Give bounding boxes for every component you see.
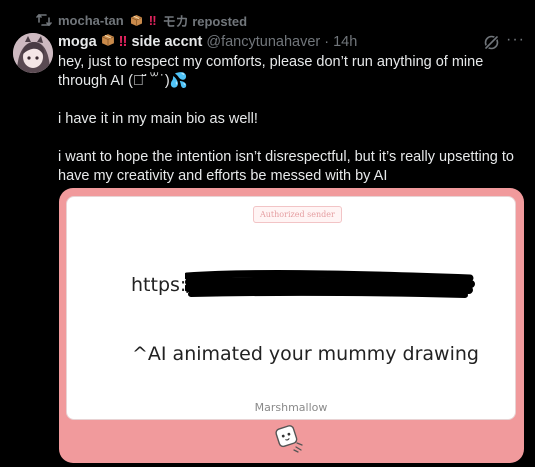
marshmallow-mascot-icon bbox=[275, 425, 303, 453]
display-name[interactable]: moga bbox=[58, 34, 97, 50]
repost-indicator[interactable]: mocha-tan ‼ モカ reposted bbox=[36, 11, 247, 29]
double-exclamation-icon: ‼ bbox=[148, 12, 157, 28]
separator-dot: · bbox=[324, 34, 330, 50]
more-options-icon[interactable]: ··· bbox=[506, 32, 524, 51]
user-handle[interactable]: @fancytunahaver bbox=[206, 34, 320, 50]
authorized-sender-badge: Authorized sender bbox=[253, 206, 342, 223]
marshmallow-brand: Marshmallow bbox=[254, 401, 328, 414]
repost-suffix: モカ reposted bbox=[162, 13, 248, 29]
reposter-name[interactable]: mocha-tan bbox=[58, 13, 124, 28]
post-text: hey, just to respect my comforts, please… bbox=[58, 53, 528, 186]
display-name-suffix[interactable]: side accnt bbox=[131, 34, 202, 50]
double-exclamation-icon: ‼ bbox=[118, 34, 128, 50]
post-header: moga ‼ side accnt @fancytunahaver · 14h bbox=[58, 33, 357, 51]
post-paragraph: i have it in my main bio as well! bbox=[58, 111, 258, 127]
post-paragraph: hey, just to respect my comforts, please… bbox=[58, 54, 484, 89]
redacted-url: https:/ bbox=[131, 274, 193, 296]
grok-icon[interactable] bbox=[483, 34, 500, 51]
media-attachment[interactable]: Authorized sender https:/ ^AI animated y… bbox=[59, 188, 524, 463]
repost-icon bbox=[36, 13, 52, 27]
marshmallow-message: ^AI animated your mummy drawing bbox=[132, 343, 479, 365]
marshmallow-card: Authorized sender https:/ ^AI animated y… bbox=[66, 196, 516, 420]
post-timestamp[interactable]: 14h bbox=[333, 34, 357, 50]
avatar[interactable] bbox=[13, 33, 53, 73]
post-paragraph: i want to hope the intention isn’t disre… bbox=[58, 149, 514, 184]
package-emoji-icon bbox=[101, 33, 115, 51]
package-emoji-icon bbox=[130, 14, 143, 27]
redaction-scribble bbox=[185, 270, 475, 298]
